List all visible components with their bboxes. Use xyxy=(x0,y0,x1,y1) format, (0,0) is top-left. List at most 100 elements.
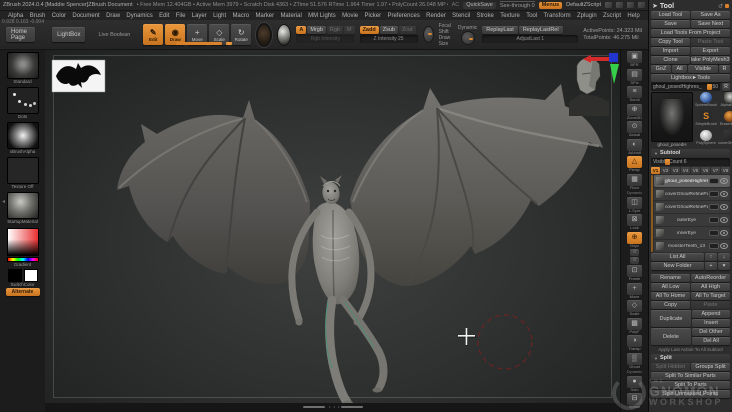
subtool-action-button[interactable]: All High xyxy=(691,283,730,291)
right-shelf-button[interactable]: ◐ AAHalf xyxy=(627,138,642,156)
right-shelf-button[interactable]: ⊕ Gxyz xyxy=(627,231,642,249)
del-other-button[interactable]: Del Other xyxy=(692,328,730,336)
mode-button[interactable]: ↻ Rotate xyxy=(231,24,252,45)
right-shelf-button[interactable]: ▣ BPR xyxy=(627,51,642,68)
menu-item[interactable]: Zscript xyxy=(603,13,621,19)
tool-button[interactable]: Visible xyxy=(688,65,718,73)
lightbox-button[interactable]: LightBox xyxy=(52,27,86,42)
subtool-action-button[interactable]: All To Home xyxy=(651,292,690,300)
paint-toggle[interactable] xyxy=(709,191,719,197)
left-shelf-item[interactable]: Texture Off xyxy=(5,157,41,190)
menu-item[interactable]: Draw xyxy=(106,13,120,19)
grab-doc-icon[interactable] xyxy=(627,2,634,8)
subtool-row[interactable]: coverGhoulRefinePasses_1 xyxy=(654,188,730,200)
tool-button[interactable]: Copy Tool xyxy=(651,38,690,46)
menu-item[interactable]: Material xyxy=(280,13,301,19)
folder-add-icon[interactable]: + xyxy=(705,262,717,270)
home-page-button[interactable]: Home Page xyxy=(6,27,36,42)
list-all-button[interactable]: List All xyxy=(651,253,704,261)
sculpt-mode-button[interactable]: Zadd xyxy=(359,26,379,34)
eye-icon[interactable] xyxy=(720,230,728,236)
quicksave-button[interactable]: QuickSave xyxy=(463,1,496,9)
focal-shift-slider[interactable]: Focal Shift xyxy=(439,23,453,35)
menu-item[interactable]: Marker xyxy=(255,13,274,19)
tool-button[interactable]: Export xyxy=(691,47,730,55)
subtool-action-button[interactable]: All Low xyxy=(651,283,690,291)
subtool-row[interactable]: ghoul_posedHighres xyxy=(654,175,730,187)
quick-tool[interactable]: coverGhoulRe xyxy=(718,130,732,148)
replay-last-rel-button[interactable]: ReplayLastRel xyxy=(518,26,563,34)
left-shelf-item[interactable]: Standard xyxy=(5,52,41,85)
move-up-icon[interactable]: ↑ xyxy=(705,253,717,261)
replay-last-button[interactable]: ReplayLast xyxy=(482,26,518,34)
eye-icon[interactable] xyxy=(720,217,728,223)
right-shelf-button[interactable]: ⊟ Xpose xyxy=(627,393,642,410)
tool-button[interactable]: Save As xyxy=(691,11,730,19)
tool-button[interactable]: R xyxy=(719,65,730,73)
switch-color-button[interactable]: SwitchColor xyxy=(0,282,45,287)
visibility-tab[interactable]: V2 xyxy=(661,167,670,174)
quick-tool[interactable]: S SimpleBrush xyxy=(695,111,717,129)
right-shelf-button[interactable]: ◫ L.Sym xyxy=(627,196,642,214)
split-button[interactable]: Split To Parts xyxy=(651,381,730,389)
right-shelf-button[interactable]: ○ xyxy=(630,249,639,256)
adjust-knob[interactable] xyxy=(460,30,475,45)
menu-item[interactable]: Render xyxy=(426,13,446,19)
right-shelf-button[interactable]: ⊕ Zoom3D xyxy=(627,103,642,121)
lightbox-tools-button[interactable]: Lightbox►Tools xyxy=(651,74,730,82)
menu-item[interactable]: Light xyxy=(213,13,226,19)
right-shelf-button[interactable]: ○ xyxy=(630,257,639,264)
right-shelf-button[interactable]: ◇ Scale xyxy=(627,300,642,317)
tool-button[interactable]: Load Tool xyxy=(651,11,690,19)
menu-item[interactable]: Zplugin xyxy=(577,13,597,19)
tool-button[interactable]: Paste Tool xyxy=(691,38,730,46)
insert-button[interactable]: Insert xyxy=(692,319,730,327)
quick-tool[interactable]: AlphaBrush xyxy=(718,92,732,110)
saturation-square[interactable] xyxy=(6,228,39,256)
menu-item[interactable]: Tool xyxy=(526,13,537,19)
menu-item[interactable]: Texture xyxy=(500,13,520,19)
menus-button[interactable]: Menus xyxy=(538,1,563,9)
subtool-action-button[interactable]: AutoReorder xyxy=(691,274,730,282)
split-button[interactable]: Split To Similar Parts xyxy=(651,372,730,380)
thumbnail[interactable] xyxy=(6,192,39,219)
subtool-action-button[interactable]: Paste xyxy=(691,301,730,309)
eye-icon[interactable] xyxy=(720,243,728,249)
paint-toggle[interactable] xyxy=(709,204,719,210)
thumbnail[interactable] xyxy=(6,122,39,149)
right-shelf-button[interactable]: ⊠ Lock xyxy=(627,214,642,231)
right-shelf-button[interactable]: ● Solo xyxy=(627,375,642,393)
menu-item[interactable]: Movie xyxy=(342,13,358,19)
alternate-button[interactable]: Alternate xyxy=(5,288,40,296)
thumbnail[interactable] xyxy=(6,52,39,79)
menu-item[interactable]: File xyxy=(176,13,186,19)
sculpt-mode-button[interactable]: Zcut xyxy=(398,26,416,34)
refresh-icon[interactable]: ↺ xyxy=(718,3,723,10)
visible-count-slider[interactable]: Visible Count 6 xyxy=(651,158,730,166)
tool-button[interactable]: Import xyxy=(651,47,690,55)
panel-dot-icon[interactable] xyxy=(725,4,729,8)
tool-button[interactable]: Load Tools From Project xyxy=(651,29,730,37)
new-folder-button[interactable]: New Folder xyxy=(651,262,704,270)
subtool-row[interactable]: monsterTeeth_13 xyxy=(654,240,730,252)
apply-last-action-button[interactable]: Apply Last Action To All Subtool xyxy=(651,346,730,353)
live-boolean-toggle[interactable]: Live Boolean xyxy=(98,32,130,38)
menu-item[interactable]: Edit xyxy=(159,13,169,19)
split-button[interactable]: Split Hidden xyxy=(651,363,690,371)
draw-size-bar[interactable] xyxy=(176,42,222,45)
tool-name-slider[interactable]: ghoul_posedHighres_ 50 xyxy=(651,83,720,91)
tool-button[interactable]: Clone xyxy=(651,56,690,64)
tool-button[interactable]: Make PolyMesh3D xyxy=(691,56,730,64)
duplicate-button[interactable]: Duplicate xyxy=(651,310,691,327)
tool-button[interactable]: All xyxy=(672,65,687,73)
paint-mode-button[interactable]: A xyxy=(296,26,307,34)
menu-item[interactable]: Macro xyxy=(232,13,249,19)
folder-options-icon[interactable]: ▾ xyxy=(718,262,730,270)
sculpt-mode-button[interactable]: Zsub xyxy=(379,26,398,34)
left-shelf-item[interactable]: xBrushAlpha xyxy=(5,122,41,155)
grab-icon[interactable] xyxy=(638,2,645,8)
move-down-icon[interactable]: ↓ xyxy=(718,253,730,261)
main-color-swatch[interactable] xyxy=(7,269,22,282)
draw-size-nub[interactable] xyxy=(226,42,232,45)
menu-item[interactable]: Dynamics xyxy=(126,13,152,19)
